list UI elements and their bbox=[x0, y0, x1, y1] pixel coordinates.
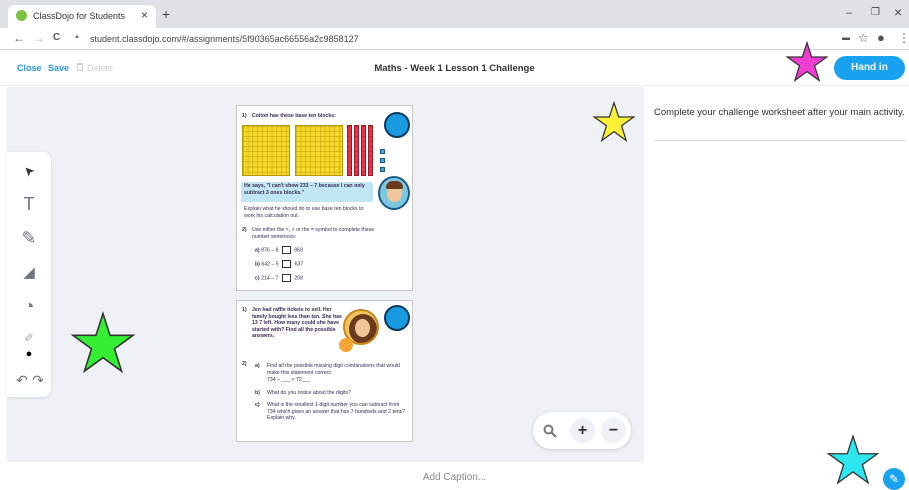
ws1-a-left: 876 – 8 bbox=[261, 247, 279, 254]
ticket-icon bbox=[339, 338, 353, 352]
ws2-a-label: a) bbox=[255, 363, 260, 369]
ws1-c-label: c) bbox=[255, 275, 260, 282]
text-tool-icon[interactable]: T bbox=[17, 192, 41, 216]
browser-tab[interactable]: ClassDojo for Students × bbox=[8, 5, 156, 28]
address-bar[interactable]: student.classdojo.com/#/assignments/5f90… bbox=[72, 31, 832, 47]
worksheet-page-2: 1) Jen had raffle tickets to sell. Her f… bbox=[236, 300, 413, 442]
ten-rod bbox=[368, 125, 373, 176]
hand-in-button[interactable]: Hand in bbox=[834, 56, 905, 80]
zoom-in-button[interactable]: + bbox=[570, 418, 595, 443]
instructions-text: Complete your challenge worksheet after … bbox=[654, 107, 905, 118]
ws2-a-text: Find all the possible missing digit comb… bbox=[267, 363, 400, 376]
ws2-q1-number: 1) bbox=[242, 307, 247, 313]
pen-tool-icon[interactable]: ✎ bbox=[17, 226, 41, 250]
zoom-search-icon[interactable] bbox=[537, 418, 562, 443]
ten-rod bbox=[354, 125, 359, 176]
redo-icon[interactable]: ↷ bbox=[26, 368, 50, 392]
ws2-q2-number: 2) bbox=[242, 361, 247, 367]
zoom-controls: + − bbox=[533, 412, 631, 449]
ws1-sentence-b: b) 642 – 5 637 bbox=[255, 260, 303, 268]
answer-box[interactable] bbox=[281, 246, 291, 254]
ws1-a-right: 869 bbox=[294, 247, 303, 254]
cyan-star-icon bbox=[826, 434, 880, 485]
ws1-c-right: 208 bbox=[294, 275, 303, 282]
color-swatch-icon[interactable]: ● bbox=[17, 342, 41, 366]
cast-icon[interactable]: ▬ bbox=[842, 33, 850, 42]
ws1-sentence-c: c) 214 – 7 208 bbox=[255, 274, 303, 282]
add-caption-input[interactable]: Add Caption... bbox=[0, 472, 909, 483]
back-button[interactable]: ← bbox=[13, 31, 25, 45]
page-title: Maths - Week 1 Lesson 1 Challenge bbox=[374, 63, 535, 74]
ws2-b-text: What do you notice about the digits? bbox=[267, 390, 351, 396]
window-restore-button[interactable]: ❐ bbox=[871, 7, 880, 18]
ws1-q1-number: 1) bbox=[242, 113, 247, 119]
ws1-sentence-a: a) 876 – 8 869 bbox=[255, 246, 303, 254]
reload-button[interactable]: C bbox=[53, 32, 60, 43]
ws2-b-label: b) bbox=[255, 390, 260, 396]
ws1-b-right: 637 bbox=[294, 261, 304, 268]
forward-button[interactable]: → bbox=[33, 31, 45, 45]
one-cube bbox=[380, 149, 385, 154]
url-text: student.classdojo.com/#/assignments/5f90… bbox=[90, 34, 359, 44]
ws1-b-label: b) bbox=[255, 261, 260, 268]
green-star-icon bbox=[70, 311, 136, 374]
ws2-c-label: c) bbox=[255, 402, 260, 408]
ws1-q2-text: Use either the <, > or the = symbol to c… bbox=[252, 227, 375, 240]
ws2-a-expression: 734 – ___ > 72___ bbox=[267, 377, 311, 383]
ws1-b-left: 642 – 5 bbox=[261, 261, 279, 268]
one-cube bbox=[380, 167, 385, 172]
zoom-out-button[interactable]: − bbox=[601, 418, 626, 443]
boy-avatar bbox=[378, 176, 410, 210]
ws1-speech-text: He says, "I can't show 233 – 7 because I… bbox=[244, 183, 365, 196]
ws1-c-left: 214 – 7 bbox=[261, 275, 279, 282]
ten-rod bbox=[361, 125, 366, 176]
pen-fab-icon: ✎ bbox=[888, 472, 900, 486]
ws2-c-text: What is the smallest 1-digit number you … bbox=[267, 402, 406, 422]
magenta-star-icon bbox=[786, 41, 828, 83]
one-cube bbox=[380, 158, 385, 163]
drawing-toolbar: ➤ T ✎ ◢ ◔ ✐ ● ↶ ↷ bbox=[7, 152, 51, 397]
ws1-q1-text: Colton has these base ten blocks: bbox=[252, 113, 336, 119]
hundred-block bbox=[295, 125, 343, 176]
bookmark-star-icon[interactable]: ☆ bbox=[858, 31, 869, 45]
yellow-star-icon bbox=[593, 101, 635, 143]
worksheet-page-1: 1) Colton has these base ten blocks: He … bbox=[236, 105, 413, 291]
ws1-q2-number: 2) bbox=[242, 227, 247, 233]
ws2-q1-text: Jen had raffle tickets to sell. Her fami… bbox=[252, 307, 342, 340]
instructions-divider bbox=[654, 140, 906, 141]
profile-icon[interactable]: ● bbox=[877, 30, 885, 45]
ws1-a-label: a) bbox=[255, 247, 260, 254]
browser-toolbar: ← → C ▲ student.classdojo.com/#/assignme… bbox=[0, 28, 909, 50]
answer-box[interactable] bbox=[282, 260, 292, 268]
ws1-explain-text: Explain what he should do to use base te… bbox=[244, 206, 364, 219]
ten-rod bbox=[347, 125, 352, 176]
classdojo-favicon-icon bbox=[16, 10, 27, 21]
new-tab-button[interactable]: + bbox=[162, 6, 170, 22]
browser-menu-icon[interactable]: ⋮ bbox=[898, 31, 909, 45]
app-header: Close Save Delete Maths - Week 1 Lesson … bbox=[0, 50, 909, 86]
window-minimize-button[interactable]: – bbox=[846, 7, 852, 19]
ws1-mastery-badge-icon bbox=[384, 112, 410, 138]
answer-box[interactable] bbox=[281, 274, 291, 282]
window-close-button[interactable]: × bbox=[894, 4, 902, 20]
boy-hair bbox=[386, 181, 403, 189]
girl-face bbox=[355, 319, 370, 337]
select-tool-icon[interactable]: ➤ bbox=[12, 154, 46, 188]
ws2-mastery-badge-icon bbox=[384, 305, 410, 331]
pen-fab-button[interactable]: ✎ bbox=[883, 468, 905, 490]
tab-close-icon[interactable]: × bbox=[141, 8, 148, 22]
shape-tool-icon[interactable]: ◔ bbox=[17, 294, 41, 318]
magnifier-icon bbox=[543, 424, 557, 438]
eraser-tool-icon[interactable]: ◢ bbox=[17, 260, 41, 284]
tab-title: ClassDojo for Students bbox=[33, 11, 126, 21]
browser-tab-bar: ClassDojo for Students × + – ❐ × bbox=[0, 0, 909, 28]
instructions-panel bbox=[644, 87, 909, 462]
hundred-block bbox=[242, 125, 290, 176]
